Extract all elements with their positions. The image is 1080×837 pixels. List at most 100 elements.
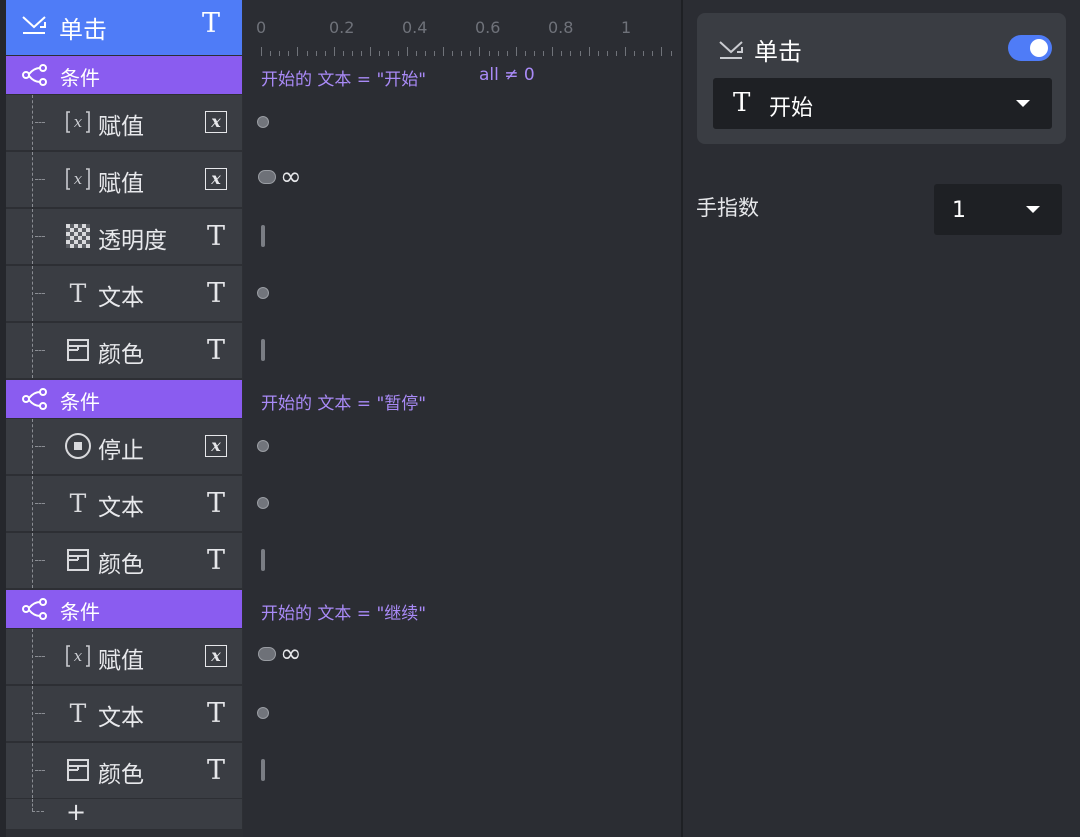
timeline-duration-bar[interactable] bbox=[261, 225, 265, 247]
timeline-keyframe-dot[interactable] bbox=[257, 287, 269, 299]
ruler-tick bbox=[452, 51, 454, 56]
ruler-tick bbox=[397, 51, 399, 56]
tree-branch bbox=[35, 503, 45, 504]
ruler-tick bbox=[288, 51, 290, 56]
condition-expression[interactable]: 开始的 文本 = "继续" bbox=[261, 599, 426, 624]
action-row[interactable]: 颜色 T bbox=[6, 533, 242, 588]
condition-row[interactable]: 条件 bbox=[6, 380, 242, 418]
text-type-icon: T bbox=[733, 88, 751, 118]
ruler-tick bbox=[661, 47, 663, 56]
ruler-tick bbox=[379, 51, 381, 56]
timeline-duration-bar[interactable] bbox=[261, 549, 265, 571]
ruler-tick bbox=[433, 51, 435, 56]
tree-branch bbox=[35, 179, 45, 180]
condition-expression[interactable]: 开始的 文本 = "暂停" bbox=[261, 389, 426, 414]
tree-branch bbox=[35, 122, 45, 123]
swipe-down-icon bbox=[20, 14, 48, 40]
timeline-keyframe-dot[interactable] bbox=[257, 440, 269, 452]
add-action-row[interactable]: + bbox=[6, 799, 242, 829]
action-row[interactable]: 颜色 T bbox=[6, 743, 242, 798]
action-row[interactable]: x 赋值 x bbox=[6, 95, 242, 150]
ruler-tick-label: 0 bbox=[256, 18, 267, 37]
timeline-keyframe-dot[interactable] bbox=[257, 497, 269, 509]
action-label: 文本 bbox=[98, 495, 144, 521]
event-enabled-toggle[interactable] bbox=[1008, 35, 1052, 61]
condition-expression[interactable]: 开始的 文本 = "开始" bbox=[261, 65, 426, 90]
text-type-icon: T bbox=[206, 487, 225, 519]
tree-connector bbox=[32, 266, 52, 321]
action-row[interactable]: 颜色 T bbox=[6, 323, 242, 378]
timeline-keyframe-dot[interactable] bbox=[257, 116, 269, 128]
tree-line bbox=[32, 799, 33, 811]
ruler-tick bbox=[361, 51, 363, 56]
condition-extra-expression[interactable]: all ≠ 0 bbox=[479, 65, 535, 85]
variable-icon: x bbox=[64, 165, 92, 193]
action-row[interactable]: T 文本 T bbox=[6, 266, 242, 321]
ruler-tick bbox=[552, 47, 554, 56]
ruler-tick bbox=[570, 51, 572, 56]
ruler-tick bbox=[606, 51, 608, 56]
properties-panel: 单击 T 开始 手指数 1 bbox=[683, 0, 1080, 837]
ruler-tick bbox=[279, 51, 281, 56]
action-row[interactable]: 透明度 T bbox=[6, 209, 242, 264]
condition-row[interactable]: 条件 bbox=[6, 56, 242, 94]
timeline-ruler[interactable]: 0 0.2 0.4 0.6 0.8 1 bbox=[243, 0, 681, 56]
checker-icon bbox=[64, 222, 92, 250]
ruler-tick bbox=[352, 51, 353, 56]
timeline-keyframe-dot[interactable] bbox=[257, 707, 269, 719]
tree-line bbox=[32, 323, 33, 378]
trigger-object-value: 开始 bbox=[769, 96, 814, 121]
tree-connector bbox=[32, 533, 52, 588]
action-row[interactable]: T 文本 T bbox=[6, 686, 242, 741]
loop-handle[interactable] bbox=[258, 647, 276, 661]
ruler-tick bbox=[561, 51, 563, 56]
action-row[interactable]: 停止 x bbox=[6, 419, 242, 474]
ruler-tick bbox=[461, 51, 463, 56]
variable-icon: x bbox=[64, 642, 92, 670]
ruler-tick bbox=[488, 51, 490, 56]
action-row[interactable]: x 赋值 x bbox=[6, 629, 242, 684]
color-box-icon bbox=[64, 756, 92, 784]
ruler-tick bbox=[324, 51, 326, 56]
variable-type-badge: x bbox=[205, 435, 227, 457]
tree-line bbox=[32, 743, 33, 798]
action-label: 赋值 bbox=[98, 648, 144, 674]
svg-text:T: T bbox=[70, 280, 87, 306]
tree-branch bbox=[35, 560, 45, 561]
svg-text:x: x bbox=[74, 647, 83, 665]
timeline-duration-bar[interactable] bbox=[261, 759, 265, 781]
branch-icon bbox=[22, 388, 48, 414]
loop-handle[interactable] bbox=[258, 170, 276, 184]
action-label: 颜色 bbox=[98, 552, 144, 578]
chevron-down-icon bbox=[1026, 206, 1040, 213]
event-row-single-tap[interactable]: 单击 T bbox=[6, 0, 242, 55]
ruler-tick bbox=[534, 51, 535, 56]
svg-text:x: x bbox=[74, 113, 83, 131]
ruler-tick bbox=[615, 51, 617, 56]
timeline[interactable]: 0 0.2 0.4 0.6 0.8 1 开始的 文本 = "开始" all ≠ 0 ∞ 开始的 … bbox=[243, 0, 681, 837]
timeline-loop-marker[interactable]: ∞ bbox=[258, 164, 302, 190]
condition-label: 条件 bbox=[60, 66, 100, 90]
finger-count-label: 手指数 bbox=[696, 196, 759, 220]
tree-branch bbox=[35, 770, 45, 771]
tree-line bbox=[32, 533, 33, 588]
timeline-loop-marker[interactable]: ∞ bbox=[258, 641, 302, 667]
timeline-duration-bar[interactable] bbox=[261, 339, 265, 361]
action-row[interactable]: x 赋值 x bbox=[6, 152, 242, 207]
tree-branch bbox=[35, 656, 45, 657]
finger-count-select[interactable]: 1 bbox=[934, 184, 1062, 235]
ruler-tick bbox=[479, 47, 481, 56]
action-row[interactable]: T 文本 T bbox=[6, 476, 242, 531]
text-type-icon: T bbox=[206, 334, 225, 366]
tree-line bbox=[32, 209, 33, 264]
tree-line bbox=[32, 266, 33, 321]
tree-connector bbox=[32, 629, 52, 684]
ruler-tick bbox=[261, 47, 262, 56]
add-icon[interactable]: + bbox=[66, 800, 86, 824]
color-box-icon bbox=[64, 336, 92, 364]
condition-row[interactable]: 条件 bbox=[6, 590, 242, 628]
trigger-object-select[interactable]: T 开始 bbox=[713, 78, 1052, 129]
svg-text:T: T bbox=[70, 490, 87, 516]
ruler-tick bbox=[315, 51, 317, 56]
tree-branch bbox=[35, 446, 45, 447]
